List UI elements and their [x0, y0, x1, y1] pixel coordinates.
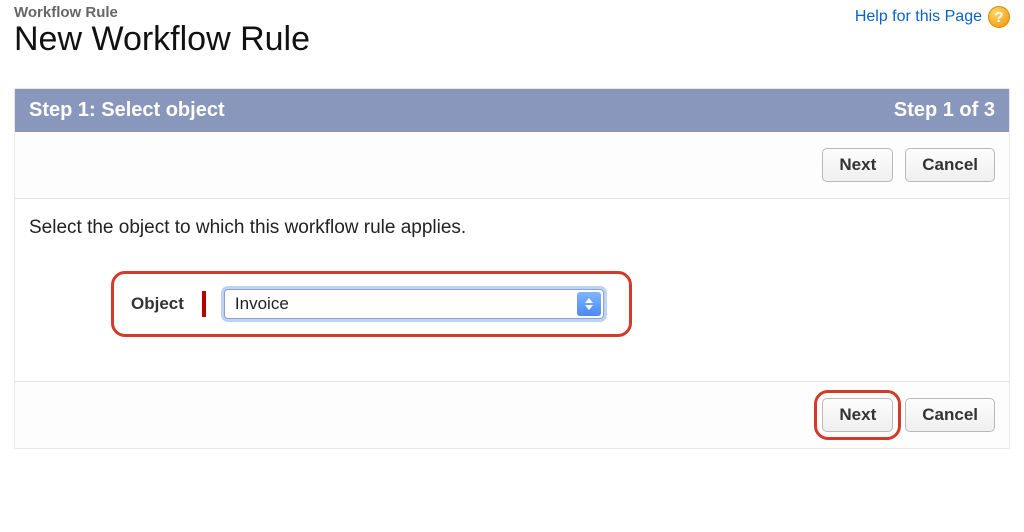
cancel-button[interactable]: Cancel	[905, 398, 995, 432]
object-select-value: Invoice	[235, 294, 289, 314]
wizard-panel: Step 1: Select object Step 1 of 3 Next C…	[14, 88, 1010, 449]
next-button[interactable]: Next	[822, 148, 893, 182]
button-row-top: Next Cancel	[15, 132, 1009, 199]
object-field-row: Object Invoice	[117, 275, 626, 333]
button-row-bottom: Next Cancel	[15, 381, 1009, 448]
step-title: Step 1: Select object	[29, 99, 225, 122]
cancel-button[interactable]: Cancel	[905, 148, 995, 182]
help-icon: ?	[988, 6, 1010, 28]
help-link[interactable]: Help for this Page ?	[855, 6, 1010, 28]
required-indicator	[202, 291, 206, 317]
object-label: Object	[131, 294, 184, 314]
wizard-body: Select the object to which this workflow…	[15, 199, 1009, 381]
select-chevrons-icon	[577, 292, 601, 316]
next-button[interactable]: Next	[822, 398, 893, 432]
help-link-text: Help for this Page	[855, 8, 982, 26]
object-select[interactable]: Invoice	[224, 289, 604, 319]
instruction-text: Select the object to which this workflow…	[29, 217, 995, 239]
step-header: Step 1: Select object Step 1 of 3	[15, 89, 1009, 132]
step-progress: Step 1 of 3	[894, 99, 995, 122]
